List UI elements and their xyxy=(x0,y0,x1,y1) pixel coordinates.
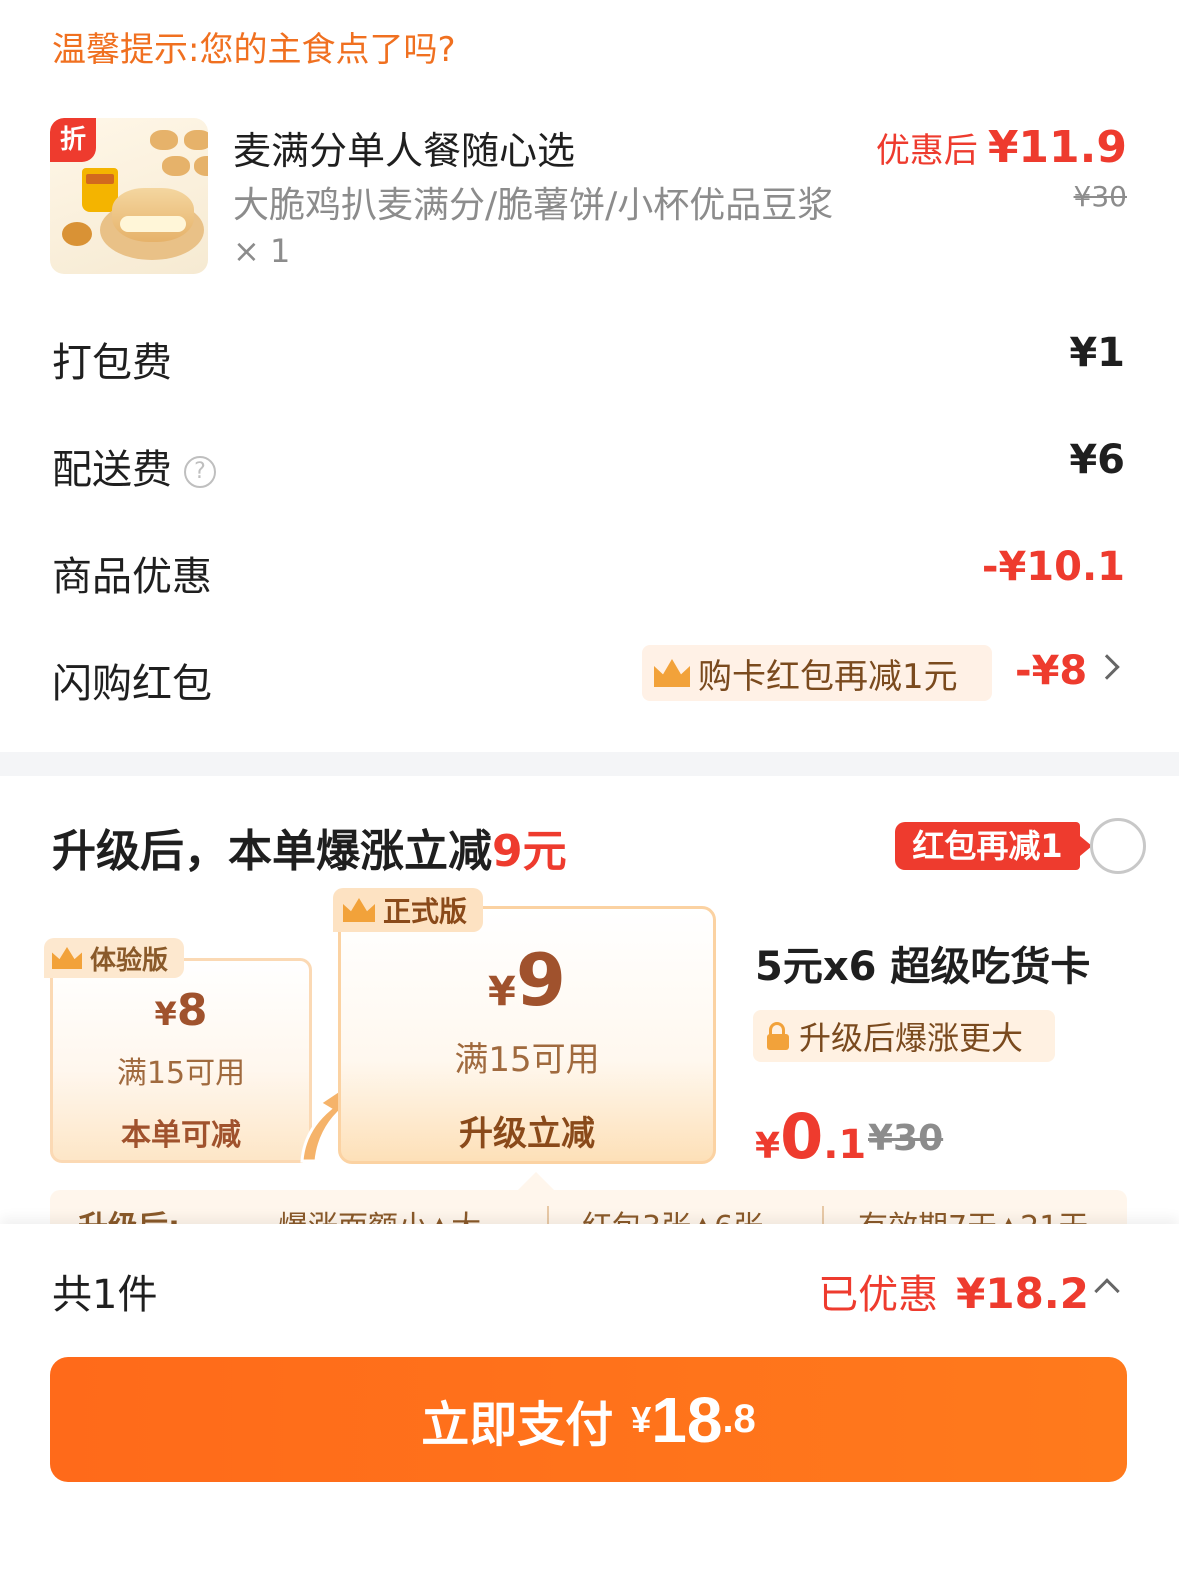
pay-amount-int: 18 xyxy=(651,1383,723,1456)
trial-tag: 体验版 xyxy=(44,938,184,978)
burger-icon xyxy=(162,156,190,176)
discount-badge: 折 xyxy=(50,118,96,162)
crown-icon xyxy=(654,659,690,687)
product-discount-value: -¥10.1 xyxy=(981,544,1125,590)
compare-bar-notch xyxy=(518,1172,554,1190)
sale-price-yen: ¥ xyxy=(755,1126,781,1167)
formal-condition: 满15可用 xyxy=(454,1040,600,1080)
formal-tag: 正式版 xyxy=(333,888,483,932)
pay-yen: ¥ xyxy=(631,1398,652,1440)
packing-fee-value: ¥1 xyxy=(1069,330,1125,376)
formal-price-value: 9 xyxy=(515,938,566,1022)
saved-summary[interactable]: 已优惠 ¥18.2 xyxy=(818,1262,1089,1320)
item-count: 共1件 xyxy=(52,1272,158,1318)
upgrade-title-text: 升级后，本单爆涨立减 xyxy=(52,826,492,877)
compare-item: 升级后: xyxy=(78,1202,180,1224)
red-packet-value[interactable]: -¥8 xyxy=(1015,648,1087,694)
product-qty: × 1 xyxy=(233,232,291,270)
after-discount-label: 优惠后 xyxy=(875,131,978,171)
delivery-fee-text: 配送费 xyxy=(52,447,172,493)
product-desc: 大脆鸡扒麦满分/脆薯饼/小杯优品豆浆 xyxy=(233,185,834,226)
burst-tag-text: 升级后爆涨更大 xyxy=(799,1019,1024,1057)
upgrade-title-highlight: 9元 xyxy=(492,826,567,877)
formal-tag-text: 正式版 xyxy=(383,895,468,928)
tip-text: 温馨提示:您的主食点了吗? xyxy=(52,30,456,70)
saved-amount: ¥18.2 xyxy=(956,1269,1089,1318)
egg-icon xyxy=(120,216,186,232)
trial-price-value: 8 xyxy=(176,985,208,1036)
compare-item: 红包3张▲6张 xyxy=(582,1202,763,1224)
super-card-orig-price: ¥30 xyxy=(868,1118,944,1159)
sale-price-dec: .1 xyxy=(823,1122,867,1168)
upgrade-radio[interactable] xyxy=(1090,818,1146,874)
pay-amount-dec: .8 xyxy=(722,1397,756,1441)
sale-price-int: 0 xyxy=(780,1100,824,1173)
formal-price-yen: ¥ xyxy=(488,969,516,1015)
burger-icon xyxy=(150,130,178,150)
delivery-fee-label: 配送费? xyxy=(52,437,216,495)
compare-item: 爆涨面额小▲大 xyxy=(278,1202,481,1224)
trial-price-yen: ¥ xyxy=(154,995,177,1033)
trial-footer: 本单可减 xyxy=(121,1118,241,1153)
original-price: ¥30 xyxy=(1073,180,1127,213)
product-image[interactable]: 折 xyxy=(50,118,208,274)
trial-price: ¥8 xyxy=(50,985,312,1036)
chevron-right-icon[interactable] xyxy=(1094,654,1120,680)
section-divider xyxy=(0,752,1179,776)
formal-price: ¥9 xyxy=(338,938,716,1022)
burger-icon xyxy=(194,156,208,176)
compare-bar: 升级后: 爆涨面额小▲大 红包3张▲6张 有效期7天▲21天 xyxy=(50,1190,1127,1224)
card-promo-tag[interactable]: 购卡红包再减1元 xyxy=(642,645,992,701)
help-icon[interactable]: ? xyxy=(184,456,216,488)
trial-tag-text: 体验版 xyxy=(90,945,169,976)
super-card-title: 5元x6 超级吃货卡 xyxy=(755,944,1091,990)
burger-icon xyxy=(184,130,208,150)
pay-now-button[interactable]: 立即支付 ¥ 18 .8 xyxy=(50,1357,1127,1482)
compare-separator xyxy=(822,1206,824,1224)
pay-label: 立即支付 xyxy=(421,1398,614,1452)
compare-separator xyxy=(547,1206,549,1224)
card-promo-text: 购卡红包再减1元 xyxy=(698,656,958,697)
hash-brown-icon xyxy=(62,222,92,246)
red-packet-badge: 红包再减1 xyxy=(895,822,1092,870)
product-discount-label: 商品优惠 xyxy=(52,554,212,600)
upgrade-title: 升级后，本单爆涨立减9元 xyxy=(52,815,567,879)
red-packet-label: 闪购红包 xyxy=(52,661,212,707)
unlock-icon xyxy=(767,1022,789,1050)
after-discount-value: ¥11.9 xyxy=(987,122,1127,173)
super-card-price: ¥ 0 .1 xyxy=(755,1100,866,1173)
packing-fee-label: 打包费 xyxy=(52,340,172,386)
burst-tag: 升级后爆涨更大 xyxy=(753,1010,1055,1062)
after-discount-price: 优惠后 ¥11.9 xyxy=(876,122,1127,173)
product-name: 麦满分单人餐随心选 xyxy=(233,129,576,173)
formal-footer: 升级立减 xyxy=(459,1114,595,1154)
crown-icon xyxy=(52,947,82,969)
muffin-icon xyxy=(112,188,194,242)
saved-label: 已优惠 xyxy=(818,1272,939,1318)
trial-condition: 满15可用 xyxy=(116,1056,246,1091)
compare-item: 有效期7天▲21天 xyxy=(858,1202,1088,1224)
crown-icon xyxy=(343,898,375,922)
delivery-fee-value: ¥6 xyxy=(1069,437,1125,483)
